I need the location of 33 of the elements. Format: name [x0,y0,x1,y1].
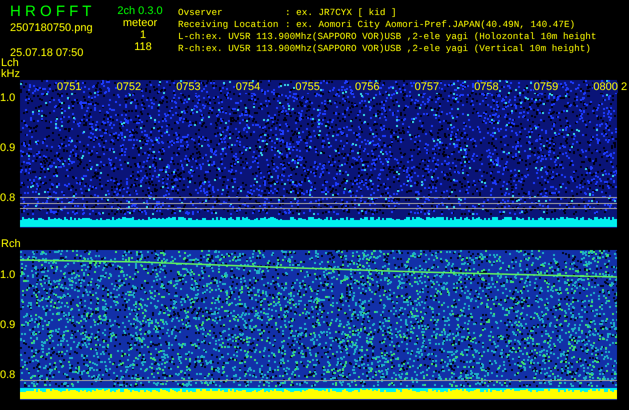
time-label: 0757 [414,82,440,93]
info-value: : ex. JR7CYX [ kid ] [285,7,397,19]
channel-label: Lch [1,58,20,69]
info-value: : ex. Aomori City Aomori-Pref.JAPAN(40.49N, 140.47E) [285,19,576,31]
unit-label: kHz [1,69,21,80]
info-value: L-ch:ex. UV5R 113.900Mhz(SAPPORO VOR)USB ,2-ele yagi (Holozontal 10m height [178,31,596,43]
time-label: 0756 [355,82,380,93]
time-label: 0755 [295,82,320,93]
frequency-tick-label: 1.0 [0,93,16,104]
time-label: 0759 [534,82,558,93]
time-label: 0754 [236,82,260,93]
frequency-tick-label: 0.9 [0,143,16,154]
frequency-tick-label: 0.8 [0,193,16,204]
info-label: Receiving Location [178,19,280,31]
version-text: 2ch 0.3.0 [117,5,163,17]
time-label: 0751 [57,82,82,93]
frequency-tick-label: 1.0 [0,270,16,281]
info-label: Ovserver [178,7,224,19]
time-label: 2 [621,82,628,93]
datetime-text: 25.07.18 07:50 [10,47,84,59]
meteor-label: meteor [122,17,158,29]
channel-label: Rch [1,239,22,250]
time-label: 0800 [593,82,618,93]
time-label: 0752 [116,82,142,93]
frequency-tick-label: 0.9 [0,320,16,331]
meteor-count: 118 [133,41,152,53]
info-value: R-ch:ex. UV5R 113.900Mhz(SAPPORO VOR)USB ,2-ele yagi (Vertical 10m height) [178,43,592,55]
app-title: H R O F F T [10,4,92,20]
time-label: 0753 [176,82,201,93]
time-label: 0758 [474,82,499,93]
frequency-tick-label: 0.8 [0,370,16,381]
filename-text: 2507180750.png [10,22,94,35]
meteor-count: 1 [138,29,146,41]
